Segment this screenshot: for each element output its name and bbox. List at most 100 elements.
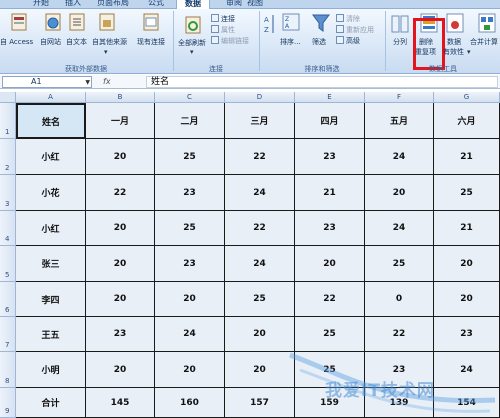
table-cell[interactable]: 20 bbox=[155, 282, 225, 317]
table-cell[interactable]: 145 bbox=[86, 388, 155, 418]
table-header-cell[interactable]: 四月 bbox=[295, 103, 365, 139]
column-header-e[interactable]: E bbox=[295, 92, 365, 103]
table-cell[interactable]: 24 bbox=[225, 175, 295, 211]
table-cell[interactable]: 22 bbox=[225, 211, 295, 246]
table-cell[interactable]: 合计 bbox=[16, 388, 86, 418]
fx-icon[interactable]: fx bbox=[103, 76, 111, 88]
tab-review[interactable]: 审阅 bbox=[226, 0, 242, 9]
column-header-g[interactable]: G bbox=[434, 92, 500, 103]
table-cell[interactable]: 20 bbox=[86, 352, 155, 388]
row-header-3[interactable]: 3 bbox=[0, 175, 16, 211]
table-cell[interactable]: 25 bbox=[155, 139, 225, 175]
table-cell[interactable]: 23 bbox=[86, 317, 155, 352]
data-validation-button[interactable]: 数据 bbox=[447, 38, 461, 47]
table-cell[interactable]: 24 bbox=[365, 139, 434, 175]
row-header-1[interactable]: 1 bbox=[0, 103, 16, 139]
table-cell[interactable]: 22 bbox=[86, 175, 155, 211]
edit-links-button[interactable]: 编辑链接 bbox=[211, 36, 249, 46]
table-cell[interactable]: 小明 bbox=[16, 352, 86, 388]
from-web-button[interactable]: 自网站 bbox=[40, 38, 61, 47]
table-cell[interactable]: 24 bbox=[155, 317, 225, 352]
table-cell[interactable]: 李四 bbox=[16, 282, 86, 317]
table-cell[interactable]: 23 bbox=[155, 246, 225, 282]
table-header-cell[interactable]: 六月 bbox=[434, 103, 500, 139]
tab-formulas[interactable]: 公式 bbox=[148, 0, 164, 9]
table-cell[interactable]: 小红 bbox=[16, 211, 86, 246]
chevron-down-icon[interactable]: ▼ bbox=[85, 78, 90, 88]
clear-button[interactable]: 清除 bbox=[336, 14, 360, 24]
table-cell[interactable]: 20 bbox=[86, 246, 155, 282]
row-header-4[interactable]: 4 bbox=[0, 211, 16, 246]
row-header-6[interactable]: 6 bbox=[0, 282, 16, 317]
filter-button[interactable]: 筛选 bbox=[312, 38, 326, 47]
column-header-f[interactable]: F bbox=[365, 92, 434, 103]
table-cell[interactable]: 23 bbox=[434, 317, 500, 352]
table-cell[interactable]: 25 bbox=[365, 246, 434, 282]
table-cell[interactable]: 20 bbox=[434, 282, 500, 317]
table-cell[interactable]: 21 bbox=[295, 175, 365, 211]
table-cell[interactable]: 25 bbox=[295, 317, 365, 352]
existing-connections-button[interactable]: 现有连接 bbox=[137, 38, 165, 47]
text-to-columns-button[interactable]: 分列 bbox=[393, 38, 407, 47]
reapply-button[interactable]: 重新应用 bbox=[336, 25, 374, 35]
column-header-a[interactable]: A bbox=[16, 92, 86, 103]
table-cell[interactable]: 20 bbox=[86, 282, 155, 317]
table-cell[interactable]: 23 bbox=[295, 139, 365, 175]
table-cell[interactable]: 24 bbox=[365, 211, 434, 246]
table-header-cell[interactable]: 一月 bbox=[86, 103, 155, 139]
formula-input[interactable]: 姓名 bbox=[146, 76, 498, 88]
table-cell[interactable]: 20 bbox=[295, 246, 365, 282]
column-header-b[interactable]: B bbox=[86, 92, 155, 103]
name-box[interactable]: A1 ▼ bbox=[2, 76, 92, 88]
tab-home[interactable]: 开始 bbox=[33, 0, 49, 9]
table-header-cell[interactable]: 三月 bbox=[225, 103, 295, 139]
table-header-cell[interactable]: 姓名 bbox=[16, 103, 86, 139]
table-cell[interactable]: 157 bbox=[225, 388, 295, 418]
row-header-2[interactable]: 2 bbox=[0, 139, 16, 175]
table-cell[interactable]: 20 bbox=[86, 139, 155, 175]
sort-button[interactable]: 排序... bbox=[280, 38, 301, 47]
table-cell[interactable]: 20 bbox=[225, 317, 295, 352]
column-header-d[interactable]: D bbox=[225, 92, 295, 103]
from-access-button[interactable]: 自 Access bbox=[0, 38, 33, 47]
table-cell[interactable]: 0 bbox=[365, 282, 434, 317]
table-cell[interactable]: 22 bbox=[295, 282, 365, 317]
table-cell[interactable]: 23 bbox=[155, 175, 225, 211]
consolidate-button[interactable]: 合并计算 bbox=[470, 38, 498, 47]
table-cell[interactable]: 王五 bbox=[16, 317, 86, 352]
tab-view[interactable]: 视图 bbox=[247, 0, 263, 9]
table-cell[interactable]: 160 bbox=[155, 388, 225, 418]
table-cell[interactable]: 24 bbox=[225, 246, 295, 282]
table-cell[interactable]: 21 bbox=[434, 211, 500, 246]
row-header-9[interactable]: 9 bbox=[0, 388, 16, 418]
table-cell[interactable]: 20 bbox=[86, 211, 155, 246]
table-cell[interactable]: 小花 bbox=[16, 175, 86, 211]
connections-button[interactable]: 连接 bbox=[211, 14, 235, 24]
select-all-corner[interactable] bbox=[0, 92, 16, 103]
tab-page-layout[interactable]: 页面布局 bbox=[97, 0, 129, 9]
row-header-5[interactable]: 5 bbox=[0, 246, 16, 282]
advanced-button[interactable]: 高级 bbox=[336, 36, 360, 46]
table-cell[interactable]: 20 bbox=[225, 352, 295, 388]
table-cell[interactable]: 张三 bbox=[16, 246, 86, 282]
table-cell[interactable]: 154 bbox=[434, 388, 500, 418]
table-cell[interactable]: 25 bbox=[155, 211, 225, 246]
table-cell[interactable]: 20 bbox=[155, 352, 225, 388]
refresh-all-button[interactable]: 全部刷新 bbox=[178, 39, 206, 48]
table-header-cell[interactable]: 二月 bbox=[155, 103, 225, 139]
table-cell[interactable]: 24 bbox=[434, 352, 500, 388]
column-header-c[interactable]: C bbox=[155, 92, 225, 103]
row-header-8[interactable]: 8 bbox=[0, 352, 16, 388]
table-cell[interactable]: 21 bbox=[434, 139, 500, 175]
table-cell[interactable]: 23 bbox=[295, 211, 365, 246]
table-cell[interactable]: 22 bbox=[225, 139, 295, 175]
row-header-7[interactable]: 7 bbox=[0, 317, 16, 352]
properties-button[interactable]: 属性 bbox=[211, 25, 235, 35]
table-cell[interactable]: 25 bbox=[225, 282, 295, 317]
table-cell[interactable]: 25 bbox=[434, 175, 500, 211]
table-cell[interactable]: 22 bbox=[365, 317, 434, 352]
from-text-button[interactable]: 自文本 bbox=[66, 38, 87, 47]
table-cell[interactable]: 20 bbox=[365, 175, 434, 211]
table-header-cell[interactable]: 五月 bbox=[365, 103, 434, 139]
tab-insert[interactable]: 插入 bbox=[65, 0, 81, 9]
